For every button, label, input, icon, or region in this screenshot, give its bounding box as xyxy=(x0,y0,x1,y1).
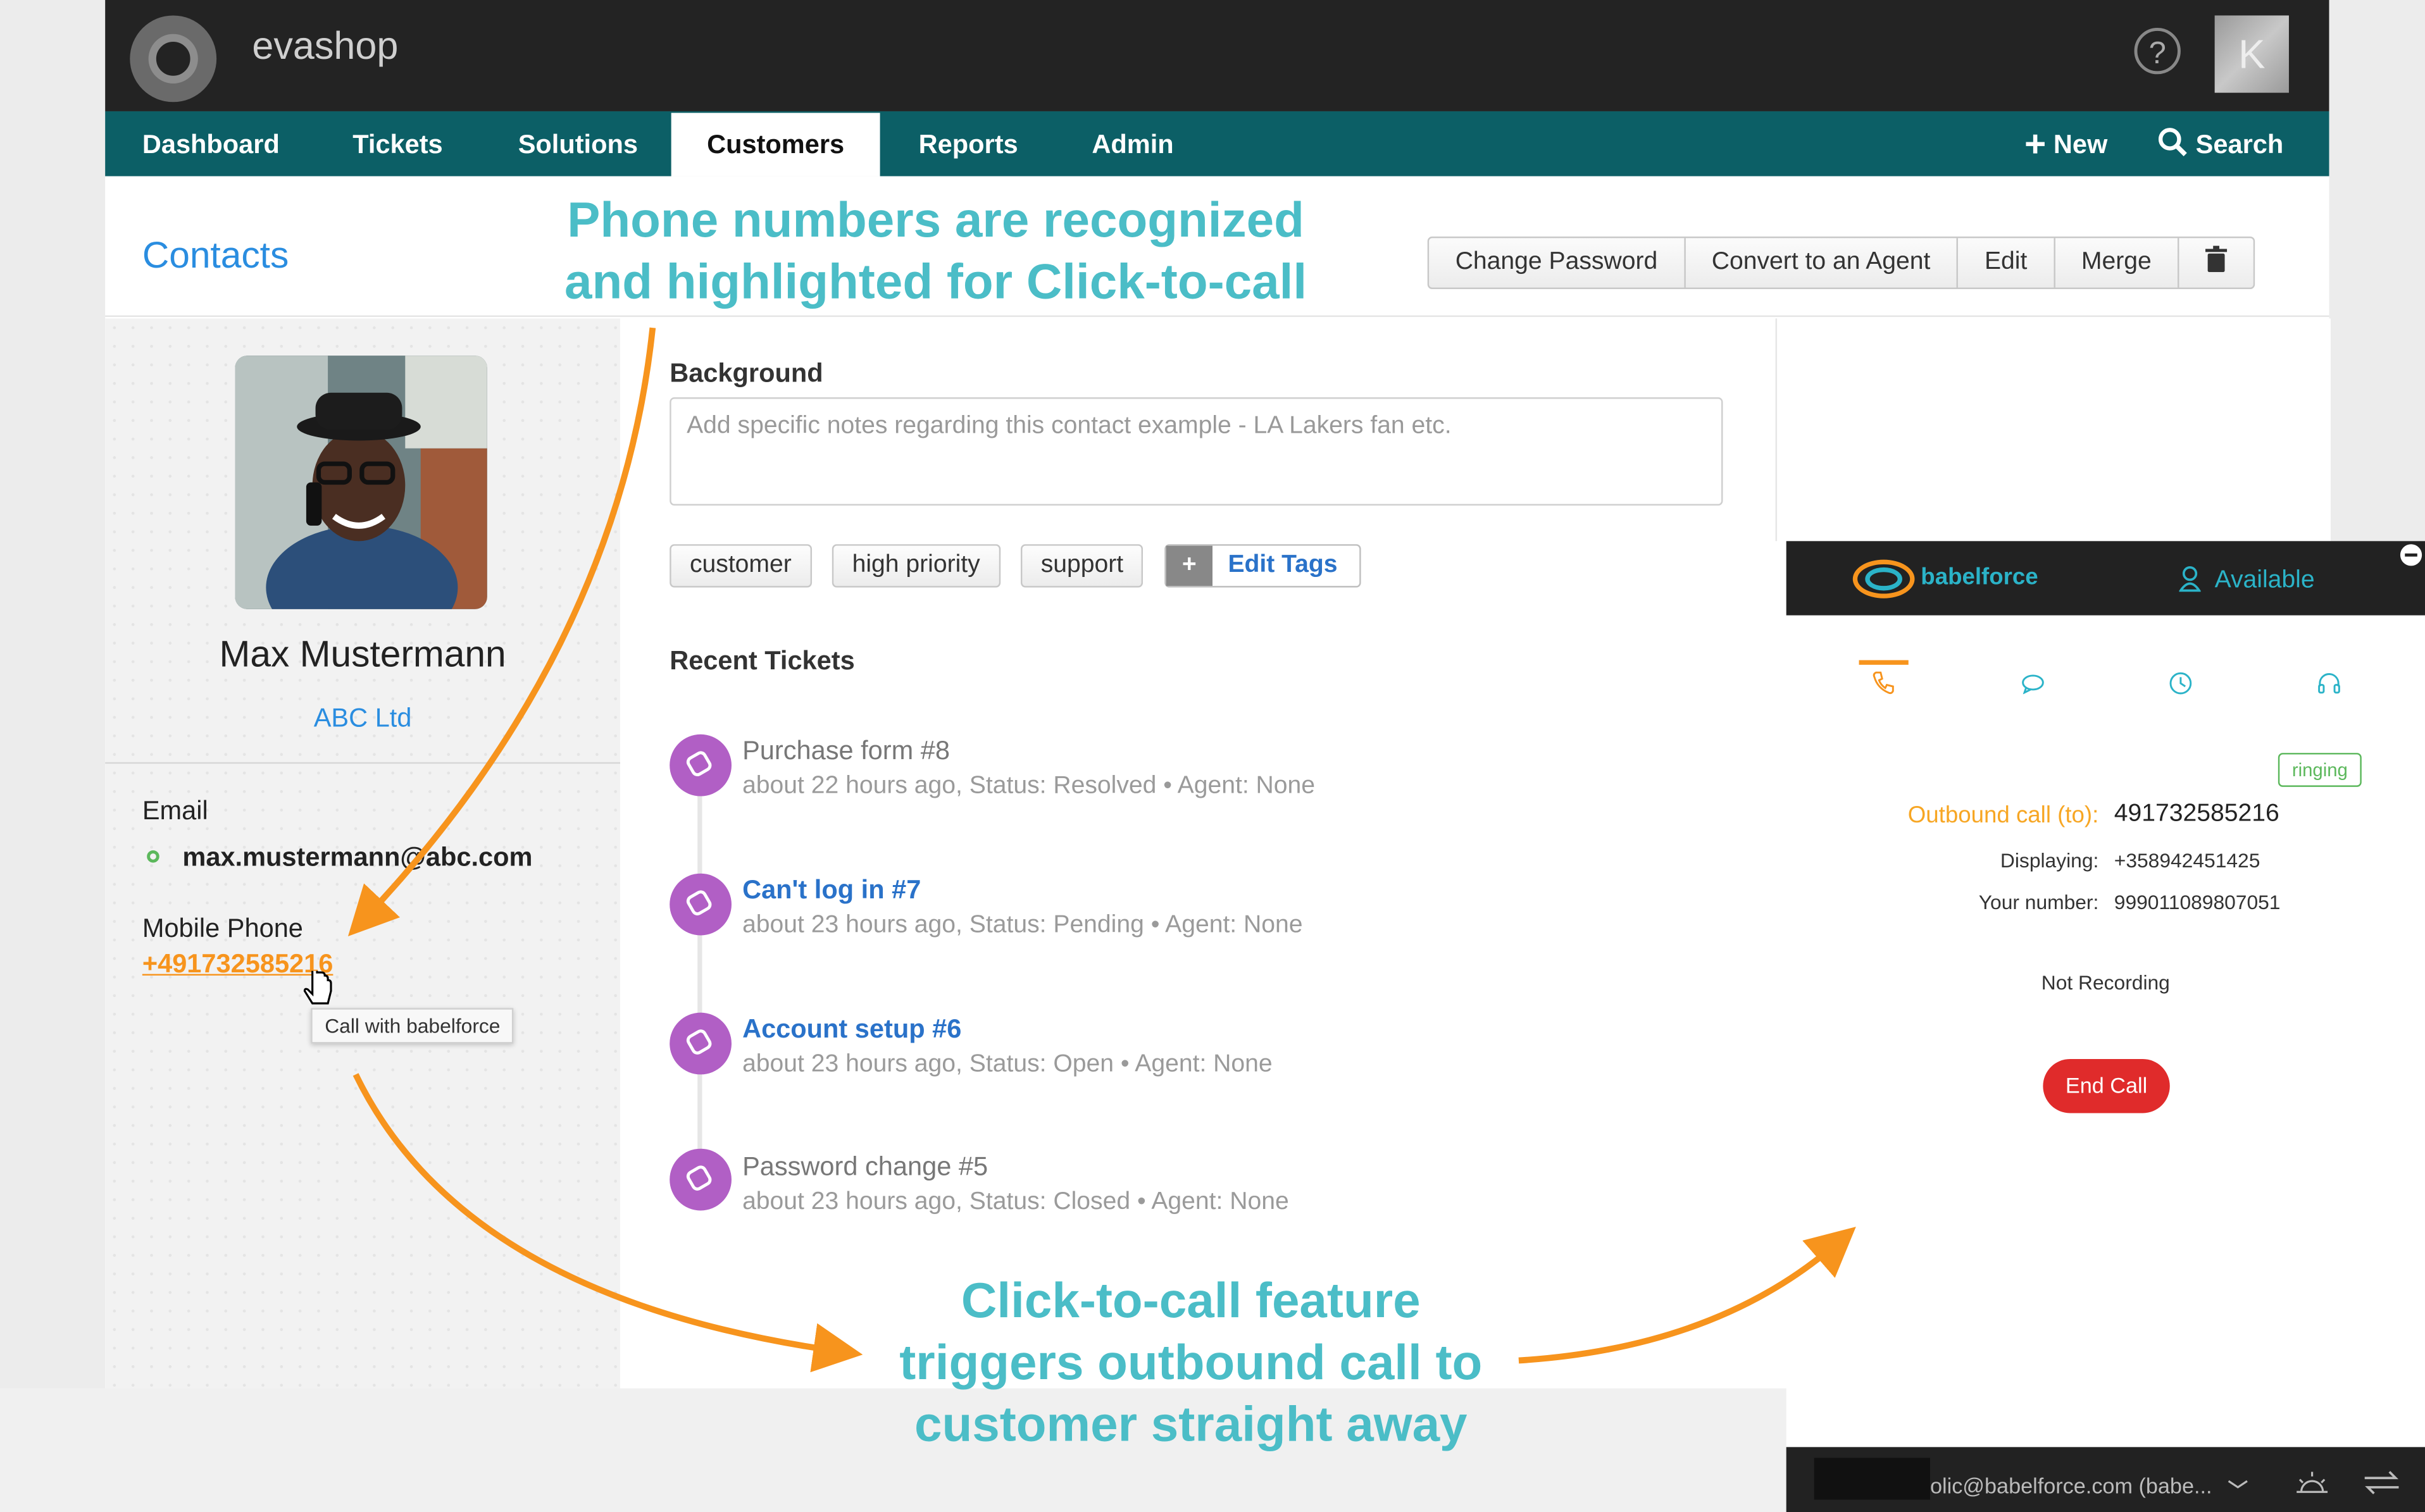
annotation-arrows xyxy=(347,327,1856,1373)
arrow-to-callout xyxy=(352,1073,863,1373)
arrow-to-widget xyxy=(1518,1227,1856,1364)
arrow-to-phone xyxy=(347,327,656,937)
